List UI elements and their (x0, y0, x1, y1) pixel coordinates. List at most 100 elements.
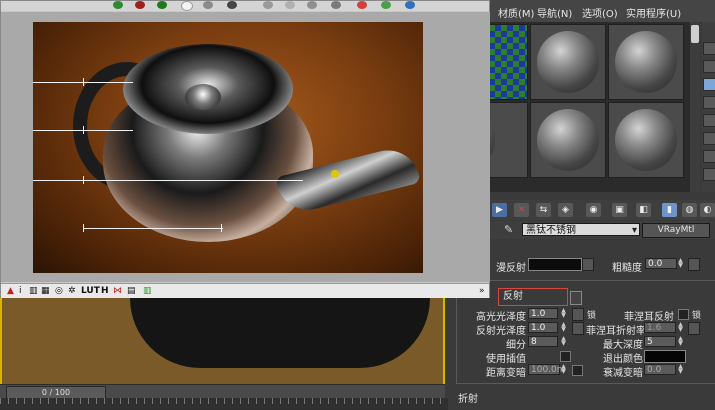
sample-slot-2[interactable] (530, 24, 606, 100)
fresnel-ior-map-button[interactable] (688, 322, 700, 335)
clear-icon[interactable] (331, 1, 341, 9)
make-preview-icon[interactable] (703, 132, 715, 145)
channel-green-icon[interactable] (113, 1, 123, 9)
dim-distance-spinner[interactable]: 100.0m (528, 364, 566, 375)
spinner-arrows-icon[interactable]: ▲ ▼ (677, 336, 684, 347)
levels-icon[interactable]: ▦ (41, 286, 50, 296)
reflection-label[interactable]: 反射 (498, 288, 568, 306)
channel-red-icon[interactable] (135, 1, 145, 9)
refl-gloss-spinner[interactable]: 1.0 (528, 322, 558, 333)
channel-white-icon[interactable] (181, 1, 193, 11)
material-type-button[interactable]: VRayMtl (642, 223, 710, 238)
video-color-check-icon[interactable] (703, 114, 715, 127)
sample-slot-3[interactable] (608, 24, 684, 100)
sample-slots-scrollbar[interactable] (690, 22, 700, 192)
hilight-gloss-spinner[interactable]: 1.0 (528, 308, 558, 319)
spinner-arrows-icon[interactable]: ▲ ▼ (560, 364, 567, 375)
alert-icon[interactable]: ▲ (7, 286, 14, 296)
pick-material-icon[interactable]: ◐ (700, 203, 715, 217)
refraction-rollout-label[interactable]: 折射 (458, 390, 478, 405)
refl-gloss-map-button[interactable] (572, 322, 584, 335)
put-to-library-icon[interactable]: ◈ (558, 203, 573, 217)
render-icon[interactable] (381, 1, 391, 9)
guide-line (33, 180, 303, 181)
eyedropper-icon[interactable]: ✎ (504, 223, 513, 236)
dim-falloff-spinner[interactable]: 0.0 (644, 364, 676, 375)
viewport[interactable] (0, 298, 445, 398)
go-to-parent-icon[interactable]: ▮ (662, 203, 677, 217)
rendered-teapot-image[interactable] (33, 22, 423, 273)
diffuse-color-swatch[interactable] (528, 258, 582, 271)
guide-tick (83, 126, 84, 134)
fresnel-ior-spinner[interactable]: 1.6 (644, 322, 676, 333)
go-forward-sibling-icon[interactable]: ◍ (682, 203, 697, 217)
material-id-icon[interactable]: ◉ (586, 203, 601, 217)
hilight-gloss-map-button[interactable] (572, 308, 584, 321)
render-window-toolbar (1, 1, 489, 11)
sample-slot-6[interactable] (608, 102, 684, 178)
color-corrections-icon[interactable]: ▤ (127, 286, 136, 296)
menu-options[interactable]: 选项(O) (582, 5, 618, 20)
exit-color-label: 退出颜色 (603, 354, 643, 365)
scrollbar-thumb[interactable] (691, 25, 699, 43)
fresnel-lock-label[interactable]: 锁 (692, 308, 701, 321)
menu-utilities[interactable]: 实用程序(U) (626, 5, 681, 20)
channel-dark-icon[interactable] (227, 1, 237, 9)
max-depth-spinner[interactable]: 5 (644, 336, 676, 347)
info-button[interactable]: i (19, 286, 22, 296)
sample-type-icon[interactable] (703, 42, 715, 55)
double-chevron-down-icon[interactable]: » (479, 286, 485, 296)
render-frame-window[interactable]: ▲ i ▥ ▦ ◎ ✲ LUT H ⋈ ▤ ▥ » (0, 0, 490, 298)
spinner-arrows-icon[interactable]: ▲ ▼ (560, 336, 567, 347)
dim-distance-checkbox[interactable] (572, 365, 583, 376)
spinner-arrows-icon[interactable]: ▲ ▼ (677, 258, 684, 269)
copy-image-icon[interactable] (285, 1, 295, 9)
diffuse-map-button[interactable] (582, 258, 594, 271)
lock-label[interactable]: 锁 (587, 308, 596, 321)
spinner-arrows-icon[interactable]: ▲ ▼ (560, 308, 567, 319)
material-name-field[interactable]: 黑钛不锈钢 ▾ (522, 223, 640, 236)
chevron-down-icon[interactable]: ▾ (632, 224, 637, 237)
channel-mono-icon[interactable] (203, 1, 213, 9)
sample-uv-icon[interactable] (703, 96, 715, 109)
menu-material[interactable]: 材质(M) (498, 5, 534, 20)
make-unique-icon[interactable]: ⇆ (536, 203, 551, 217)
show-end-result-icon[interactable]: ◧ (636, 203, 651, 217)
viewport-active-border (0, 298, 445, 398)
history-icon[interactable]: ▥ (29, 286, 38, 296)
region-icon[interactable] (405, 1, 415, 9)
spinner-arrows-icon[interactable]: ▲ ▼ (677, 364, 684, 375)
save-image-icon[interactable] (263, 1, 273, 9)
render-stop-icon[interactable] (357, 1, 367, 9)
display-icon[interactable]: ◎ (55, 286, 63, 296)
fresnel-checkbox[interactable] (678, 309, 689, 320)
select-by-material-icon[interactable] (703, 168, 715, 181)
rgb-channels-icon[interactable]: ▥ (143, 286, 152, 296)
settings-icon[interactable]: ✲ (68, 286, 76, 296)
sample-slots (452, 22, 690, 192)
histogram-button[interactable]: H (101, 286, 109, 296)
roughness-map-button[interactable] (688, 258, 700, 271)
delete-icon[interactable]: ✕ (514, 203, 529, 217)
show-map-icon[interactable]: ▣ (612, 203, 627, 217)
roughness-spinner[interactable]: 0.0 (645, 258, 677, 269)
compare-icon[interactable]: ⋈ (113, 286, 122, 296)
channel-green-icon[interactable] (157, 1, 167, 9)
spinner-arrows-icon[interactable]: ▲ ▼ (560, 322, 567, 333)
subdivs-spinner[interactable]: 8 (528, 336, 558, 347)
backlight-icon[interactable] (703, 60, 715, 73)
exit-color-swatch[interactable] (644, 350, 686, 363)
sample-slot-5[interactable] (530, 102, 606, 178)
clone-window-icon[interactable] (307, 1, 317, 9)
background-checker-icon[interactable] (703, 78, 715, 91)
menu-navigation[interactable]: 导航(N) (537, 5, 572, 20)
reflection-map-button[interactable] (570, 291, 582, 305)
get-material-icon[interactable]: ▶ (492, 203, 507, 217)
use-interpolation-checkbox[interactable] (560, 351, 571, 362)
lut-button[interactable]: LUT (81, 286, 100, 296)
refl-gloss-label: 反射光泽度 (476, 326, 526, 337)
use-interpolation-label: 使用插值 (486, 354, 526, 365)
options-icon[interactable] (703, 150, 715, 163)
sample-sphere (537, 31, 599, 93)
spinner-arrows-icon[interactable]: ▲ ▼ (677, 322, 684, 333)
